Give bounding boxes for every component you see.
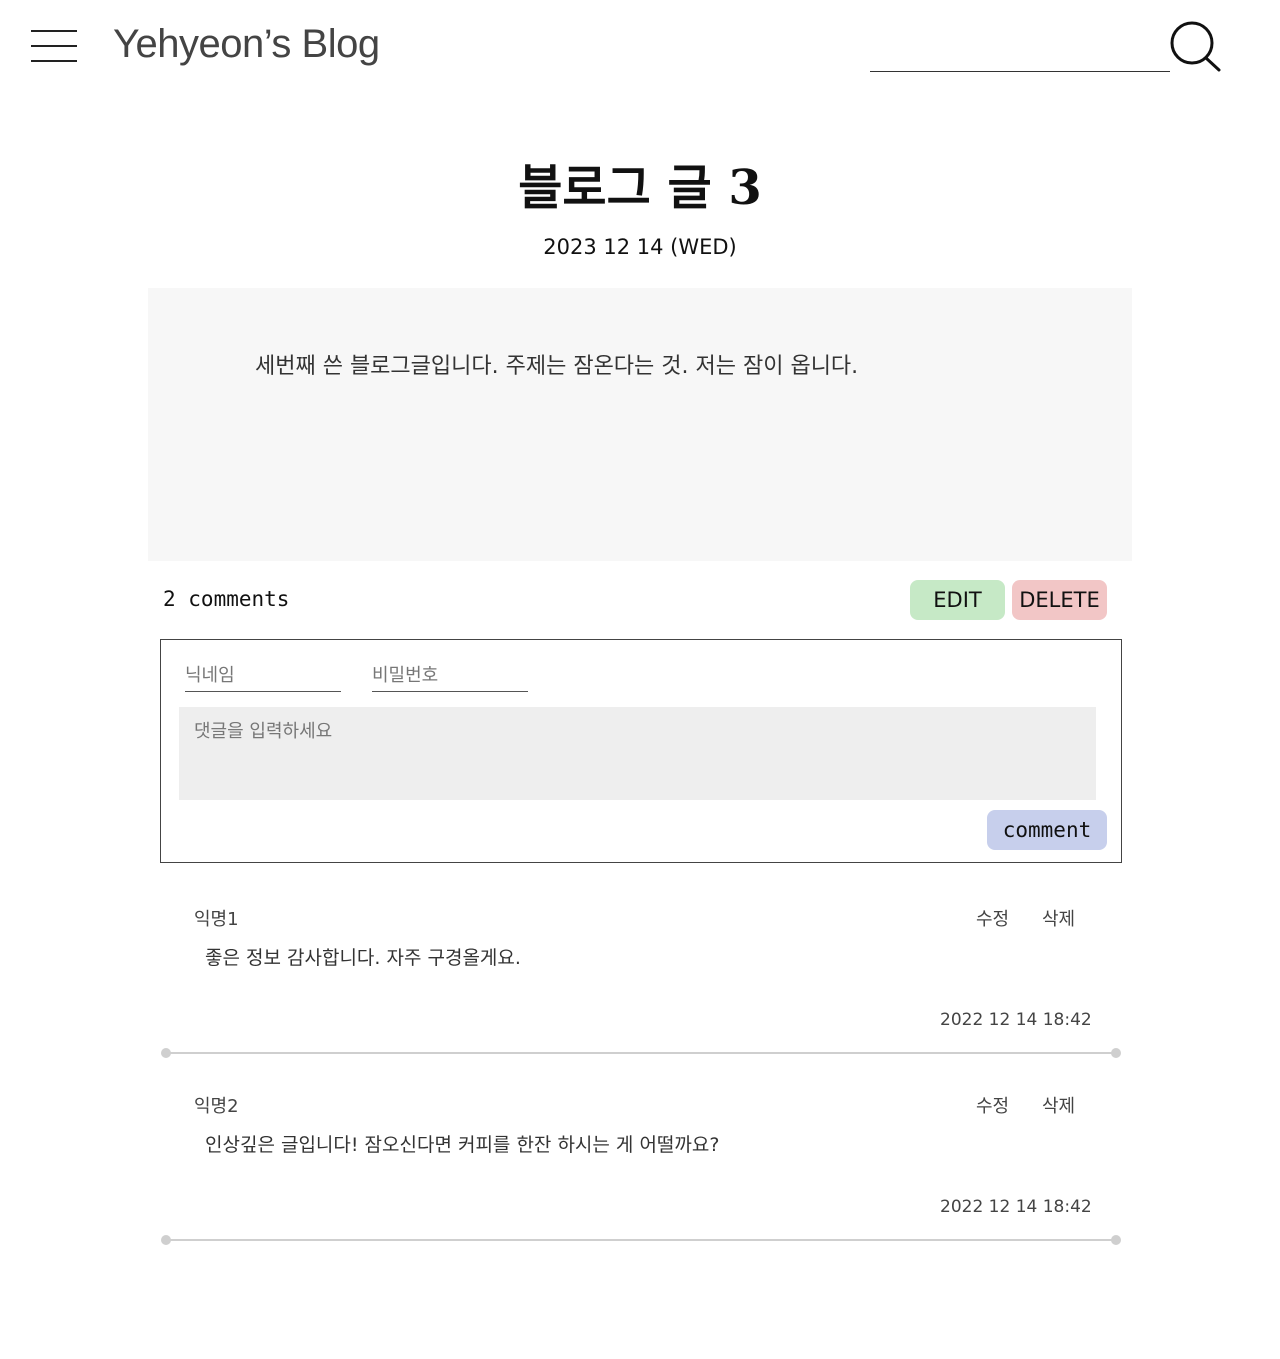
comment-text: 인상깊은 글입니다! 잠오신다면 커피를 한잔 하시는 게 어떨까요? — [205, 1134, 720, 1156]
comment-author: 익명1 — [194, 909, 239, 930]
comment-timestamp: 2022 12 14 18:42 — [940, 1010, 1092, 1030]
comment-divider — [161, 1048, 1121, 1058]
search-icon[interactable] — [1168, 20, 1224, 74]
comment-author: 익명2 — [194, 1096, 239, 1117]
post-body: 세번째 쓴 블로그글입니다. 주제는 잠온다는 것. 저는 잠이 옵니다. — [148, 288, 1132, 561]
comment-text: 좋은 정보 감사합니다. 자주 구경올게요. — [205, 947, 521, 969]
hamburger-menu-icon[interactable] — [31, 30, 77, 64]
password-input[interactable] — [372, 660, 528, 692]
post-content: 세번째 쓴 블로그글입니다. 주제는 잠온다는 것. 저는 잠이 옵니다. — [255, 354, 859, 379]
comment-edit-link[interactable]: 수정 — [976, 905, 1009, 931]
blog-title[interactable]: Yehyeon’s Blog — [113, 22, 380, 67]
comment-item: 익명1 수정 삭제 좋은 정보 감사합니다. 자주 구경올게요. 2022 12… — [160, 905, 1122, 1075]
comment-divider — [161, 1235, 1121, 1245]
post-date: 2023 12 14 (WED) — [543, 235, 737, 259]
menu-line — [31, 45, 77, 47]
menu-line — [31, 60, 77, 62]
post-title: 블로그 글 3 — [518, 160, 762, 216]
comment-item: 익명2 수정 삭제 인상깊은 글입니다! 잠오신다면 커피를 한잔 하시는 게 … — [160, 1092, 1122, 1262]
comment-edit-link[interactable]: 수정 — [976, 1092, 1009, 1118]
nickname-input[interactable] — [185, 660, 341, 692]
comment-textarea[interactable] — [179, 707, 1096, 800]
comment-timestamp: 2022 12 14 18:42 — [940, 1197, 1092, 1217]
comment-count: 2 comments — [163, 587, 290, 611]
comment-submit-button[interactable]: comment — [987, 810, 1107, 850]
edit-post-button[interactable]: EDIT — [910, 580, 1005, 620]
comment-delete-link[interactable]: 삭제 — [1042, 1092, 1075, 1118]
search-input[interactable] — [870, 40, 1170, 72]
comment-form: comment — [160, 639, 1122, 863]
menu-line — [31, 30, 77, 32]
comment-delete-link[interactable]: 삭제 — [1042, 905, 1075, 931]
delete-post-button[interactable]: DELETE — [1012, 580, 1107, 620]
